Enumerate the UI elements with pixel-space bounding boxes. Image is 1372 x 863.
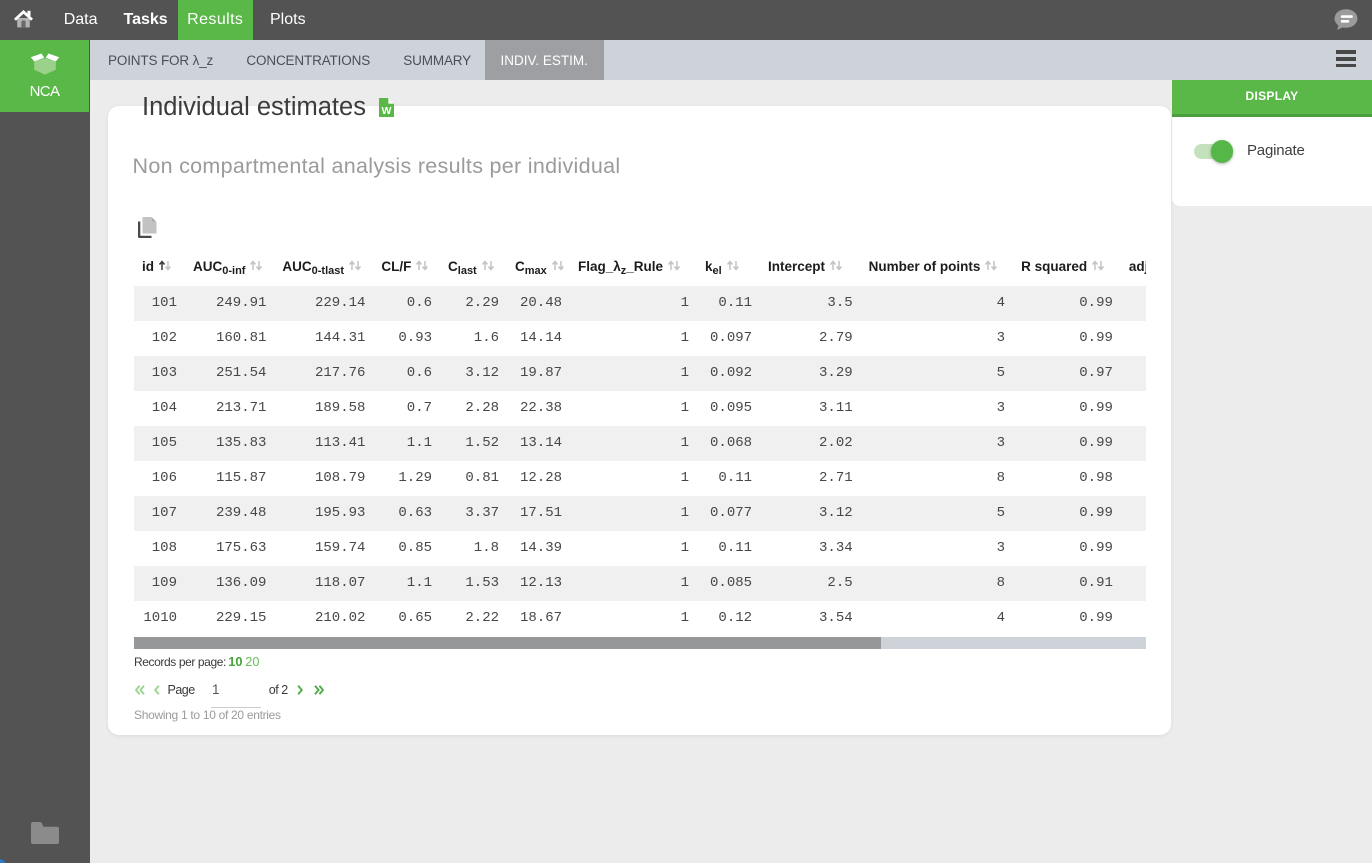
svg-text:W: W bbox=[381, 105, 391, 117]
